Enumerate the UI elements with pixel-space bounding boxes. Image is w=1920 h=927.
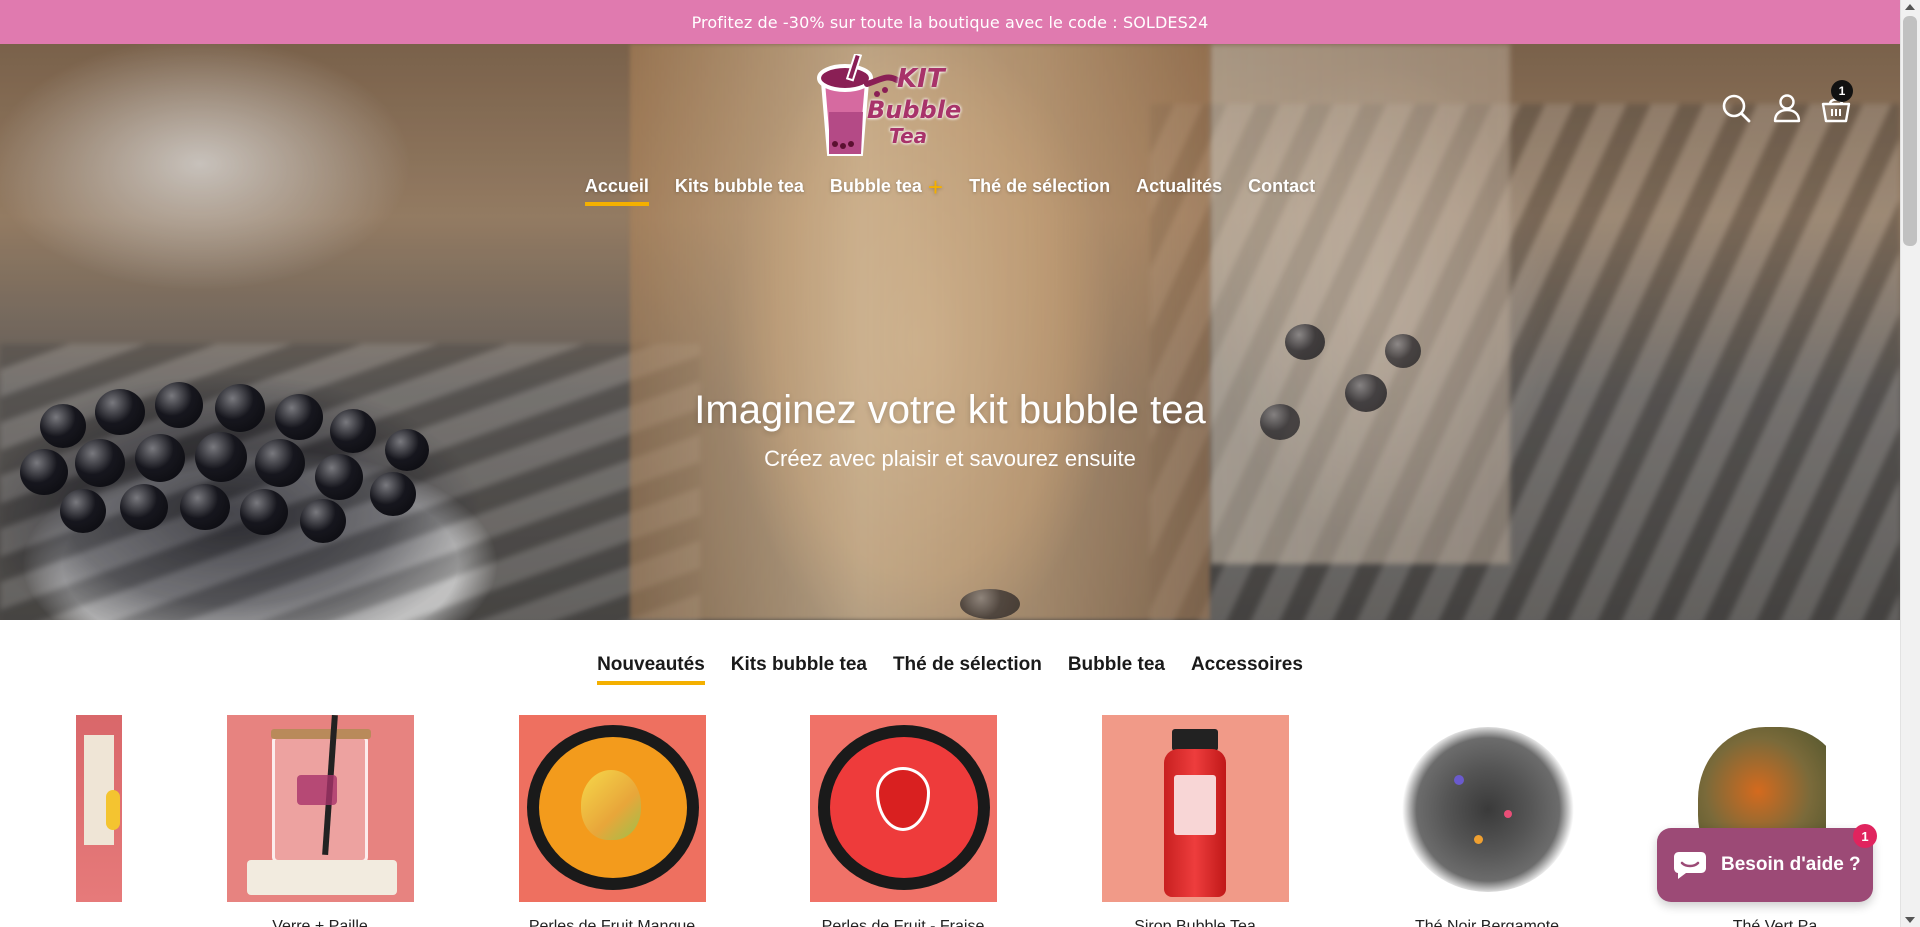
- product-image-black-tea[interactable]: [1394, 715, 1581, 902]
- tab-nouveautes[interactable]: Nouveautés: [597, 654, 705, 685]
- bottle-label-shape: [1174, 775, 1216, 835]
- glass-logo-shape: [297, 775, 337, 805]
- announcement-bar[interactable]: Profitez de -30% sur toute la boutique a…: [0, 0, 1900, 44]
- product-image-syrup[interactable]: [1102, 715, 1289, 902]
- logo-text-kit: KIT: [897, 64, 945, 94]
- nav-label: Contact: [1248, 176, 1316, 196]
- nav-label: Accueil: [584, 176, 649, 196]
- chat-notification-badge: 1: [1853, 824, 1877, 848]
- product-image-mango-pearls[interactable]: [519, 715, 706, 902]
- scrollbar-thumb[interactable]: [1903, 16, 1917, 246]
- nav-item-actualites[interactable]: Actualités: [1136, 176, 1222, 197]
- product-title[interactable]: Thé Vert Pa: [1660, 918, 1890, 927]
- logo-text-bubble: Bubble: [867, 96, 962, 124]
- nav-item-kits-bubble-tea[interactable]: Kits bubble tea: [675, 176, 804, 197]
- hero-subtitle: Créez avec plaisir et savourez ensuite: [764, 446, 1136, 471]
- cart-count-badge: 1: [1831, 80, 1853, 102]
- product-title[interactable]: Verre + Paille: [205, 918, 435, 927]
- search-icon[interactable]: [1719, 91, 1753, 125]
- collection-tabs: Nouveautés Kits bubble tea Thé de sélect…: [0, 654, 1900, 685]
- petal-shape: [1504, 810, 1512, 818]
- page: Profitez de -30% sur toute la boutique a…: [0, 0, 1900, 927]
- pouch-shape: [247, 860, 397, 895]
- nav-item-contact[interactable]: Contact: [1248, 176, 1315, 197]
- scroll-up-arrow-icon[interactable]: [1905, 4, 1915, 10]
- chat-bubble-icon: [1674, 852, 1706, 879]
- product-title[interactable]: Perles de Fruit - Fraise: [788, 918, 1018, 927]
- product-image-glass-cup[interactable]: [227, 715, 414, 902]
- account-icon[interactable]: [1770, 91, 1804, 125]
- bamboo-lid-shape: [271, 729, 371, 739]
- nav-label: Thé de sélection: [969, 176, 1111, 196]
- product-title[interactable]: Thé Noir Bergamote: [1372, 918, 1602, 927]
- petal-shape: [1454, 775, 1464, 785]
- tea-infuser-shape: [106, 790, 120, 830]
- nav-item-bubble-tea[interactable]: Bubble tea +: [829, 171, 944, 202]
- product-image-tea-bag[interactable]: [76, 715, 122, 902]
- nav-label: Bubble tea: [829, 176, 922, 196]
- tea-leaves-shape: [1402, 727, 1574, 892]
- scroll-down-arrow-icon[interactable]: [1905, 917, 1915, 923]
- main-navigation: Accueil Kits bubble tea Bubble tea + Thé …: [0, 171, 1900, 206]
- logo-text-tea: Tea: [889, 124, 928, 148]
- chat-button[interactable]: Besoin d'aide ?: [1657, 828, 1873, 902]
- product-image-strawberry-pearls[interactable]: [810, 715, 997, 902]
- nav-label: Actualités: [1136, 176, 1223, 196]
- bottle-cap-shape: [1172, 729, 1218, 751]
- nav-item-the-de-selection[interactable]: Thé de sélection: [969, 176, 1110, 197]
- announcement-text: Profitez de -30% sur toute la boutique a…: [691, 12, 1209, 32]
- tab-the-de-selection[interactable]: Thé de sélection: [893, 654, 1042, 676]
- chat-label: Besoin d'aide ?: [1721, 854, 1861, 875]
- product-title[interactable]: Sirop Bubble Tea: [1080, 918, 1310, 927]
- mango-illustration: [581, 770, 641, 840]
- hero-title: Imaginez votre kit bubble tea: [694, 388, 1206, 432]
- product-title[interactable]: Perles de Fruit Mangue: [497, 918, 727, 927]
- tab-accessoires[interactable]: Accessoires: [1191, 654, 1303, 676]
- nav-label: Kits bubble tea: [674, 176, 804, 196]
- plus-icon: +: [927, 171, 944, 202]
- nav-item-accueil[interactable]: Accueil: [584, 176, 649, 206]
- tab-kits-bubble-tea[interactable]: Kits bubble tea: [731, 654, 867, 676]
- site-logo[interactable]: KIT Bubble Tea: [805, 52, 962, 164]
- petal-shape: [1474, 835, 1483, 844]
- tab-bubble-tea[interactable]: Bubble tea: [1068, 654, 1165, 676]
